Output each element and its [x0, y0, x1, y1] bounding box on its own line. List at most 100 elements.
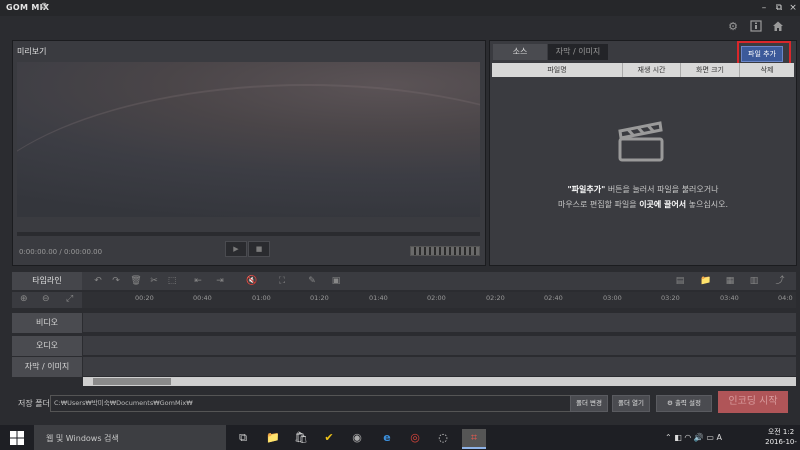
store-icon[interactable]: 🛍 [292, 429, 310, 447]
cut-icon[interactable]: ✂ [146, 275, 162, 287]
title-bar: GOM MIX ⚙ – ⧉ × [0, 0, 800, 16]
info-icon[interactable] [749, 20, 763, 34]
windows-start-icon[interactable] [10, 431, 24, 445]
column-duration[interactable]: 재생 시간 [623, 63, 681, 77]
network-icon[interactable]: ◧ [674, 433, 682, 442]
home-icon[interactable] [771, 20, 785, 34]
column-delete[interactable]: 삭제 [740, 63, 794, 77]
file-table-header: 파일명 재생 시간 화면 크기 삭제 [492, 63, 794, 77]
gear-icon: ⚙ [667, 399, 675, 407]
column-filename[interactable]: 파일명 [492, 63, 623, 77]
audio-lane[interactable] [83, 336, 796, 356]
tab-subtitle-image[interactable]: 자막 / 이미지 [548, 44, 608, 60]
save-folder-label: 저장 폴더 [18, 399, 50, 408]
tick-label: 03:20 [661, 294, 680, 302]
fit-icon[interactable]: ⤢ [66, 294, 73, 304]
track-label-video: 비디오 [12, 313, 82, 334]
redo-icon[interactable]: ↷ [108, 275, 124, 287]
task-view-icon[interactable]: ⧉ [234, 429, 252, 447]
edge-icon[interactable]: e [378, 429, 396, 447]
open-folder-button[interactable]: 폴더 열기 [612, 395, 650, 412]
app-icon[interactable]: ◉ [348, 429, 366, 447]
tick-label: 04:0 [778, 294, 793, 302]
settings-gear-icon[interactable]: ⚙ [40, 2, 48, 12]
column-resolution[interactable]: 화면 크기 [681, 63, 740, 77]
clapperboard-icon [618, 121, 664, 162]
horizontal-scrollbar[interactable] [83, 377, 796, 386]
video-track: 비디오 [12, 313, 796, 334]
move-right-icon[interactable]: ⇥ [212, 275, 228, 287]
action-center-icon[interactable]: ▭ [706, 433, 714, 442]
video-lane[interactable] [83, 313, 796, 333]
gear-icon[interactable]: ⚙ [726, 20, 740, 34]
minimize-button[interactable]: – [758, 2, 770, 14]
track-label-subtitle: 자막 / 이미지 [12, 357, 82, 378]
norton-icon[interactable]: ✔ [320, 429, 338, 447]
chrome-icon[interactable]: ◎ [406, 429, 424, 447]
move-left-icon[interactable]: ⇤ [190, 275, 206, 287]
subtitle-track: 자막 / 이미지 [12, 357, 796, 378]
hint-line1-text: 버튼을 눌러서 파일을 불러오거나 [605, 185, 719, 194]
list-view-icon[interactable]: ▤ [672, 275, 688, 287]
zoom-in-icon[interactable]: ⊕ [20, 294, 28, 304]
seek-bar[interactable] [17, 232, 480, 236]
play-button[interactable]: ▶ [225, 241, 247, 257]
stop-icon: ■ [255, 245, 263, 253]
clock-time: 오전 1:2 [767, 428, 795, 436]
delete-icon[interactable]: 🗑 [128, 275, 144, 287]
play-icon: ▶ [233, 245, 239, 253]
wifi-icon[interactable]: ◠ [684, 433, 691, 442]
hint-line2-post: 놓으십시오. [686, 200, 729, 209]
undo-icon[interactable]: ↶ [90, 275, 106, 287]
hint-line-2: 마우스로 편집할 파일을 이곳에 끌어서 놓으십시오. [492, 199, 794, 210]
zoom-out-icon[interactable]: ⊖ [42, 294, 50, 304]
thumbnail-icon[interactable]: ▥ [746, 275, 762, 287]
chevron-up-icon[interactable]: ⌃ [665, 433, 672, 442]
clock-date: 2016-10- [765, 438, 797, 446]
audio-track: 오디오 [12, 336, 796, 357]
taskbar-search-box[interactable]: 웹 및 Windows 검색 [34, 425, 226, 450]
drop-area[interactable]: "파일추가" 버튼을 눌러서 파일을 불러오거나 마우스로 편집할 파일을 이곳… [492, 77, 794, 263]
output-settings-button[interactable]: ⚙ 출력 설정 [656, 395, 712, 412]
file-explorer-icon[interactable]: 📁 [264, 429, 282, 447]
preview-screen [17, 62, 480, 217]
output-settings-label: 출력 설정 [674, 399, 701, 407]
search-placeholder: 웹 및 Windows 검색 [46, 434, 119, 443]
windows-taskbar: 웹 및 Windows 검색 ⧉ 📁 🛍 ✔ ◉ e ◎ ◌ ⌗ ⌃ ◧ ◠ 🔊… [0, 425, 800, 450]
timeline-label: 타임라인 [12, 272, 82, 290]
scrollbar-thumb[interactable] [93, 378, 171, 385]
split-icon[interactable]: ⛶ [274, 275, 290, 287]
volume-icon[interactable]: 🔊 [694, 433, 704, 442]
hint-line-1: "파일추가" 버튼을 눌러서 파일을 불러오거나 [492, 184, 794, 195]
close-button[interactable]: × [787, 2, 799, 14]
gom-mix-taskbar-icon[interactable]: ⌗ [462, 429, 486, 449]
tick-label: 01:40 [369, 294, 388, 302]
change-folder-button[interactable]: 폴더 변경 [570, 395, 608, 412]
stop-button[interactable]: ■ [248, 241, 270, 257]
ime-indicator[interactable]: A [717, 433, 722, 442]
export-icon[interactable]: ⤴ [772, 275, 788, 287]
mute-icon[interactable]: 🔇 [244, 275, 260, 287]
app-ring-icon[interactable]: ◌ [434, 429, 452, 447]
folder-icon[interactable]: 📁 [698, 275, 714, 287]
time-ruler[interactable]: 00:20 00:40 01:00 01:20 01:40 02:00 02:2… [82, 292, 796, 308]
track-label-audio: 오디오 [12, 336, 82, 357]
grid-view-icon[interactable]: ▦ [722, 275, 738, 287]
subtitle-lane[interactable] [83, 357, 796, 377]
crop-icon[interactable]: ⬚ [164, 275, 180, 287]
encode-start-button[interactable]: 인코딩 시작 [718, 391, 788, 413]
edit-icon[interactable]: ✎ [304, 275, 320, 287]
tick-label: 00:40 [193, 294, 212, 302]
image-icon[interactable]: ▣ [328, 275, 344, 287]
tab-source[interactable]: 소스 [493, 44, 547, 60]
hint-quote: "파일추가" [567, 185, 606, 194]
time-readout: 0:00:00.00 / 0:00:00.00 [19, 248, 102, 256]
hint-line2-bold: 이곳에 끌어서 [639, 200, 687, 209]
restore-button[interactable]: ⧉ [773, 2, 785, 14]
volume-slider[interactable] [410, 246, 480, 256]
save-folder-path[interactable]: C:₩Users₩박미숙₩Documents₩GomMix₩ [50, 395, 571, 412]
tick-label: 02:40 [544, 294, 563, 302]
preview-panel: 미리보기 0:00:00.00 / 0:00:00.00 ▶ ■ [12, 40, 486, 266]
clock[interactable]: 오전 1:2 2016-10- [762, 427, 800, 447]
tick-label: 01:20 [310, 294, 329, 302]
